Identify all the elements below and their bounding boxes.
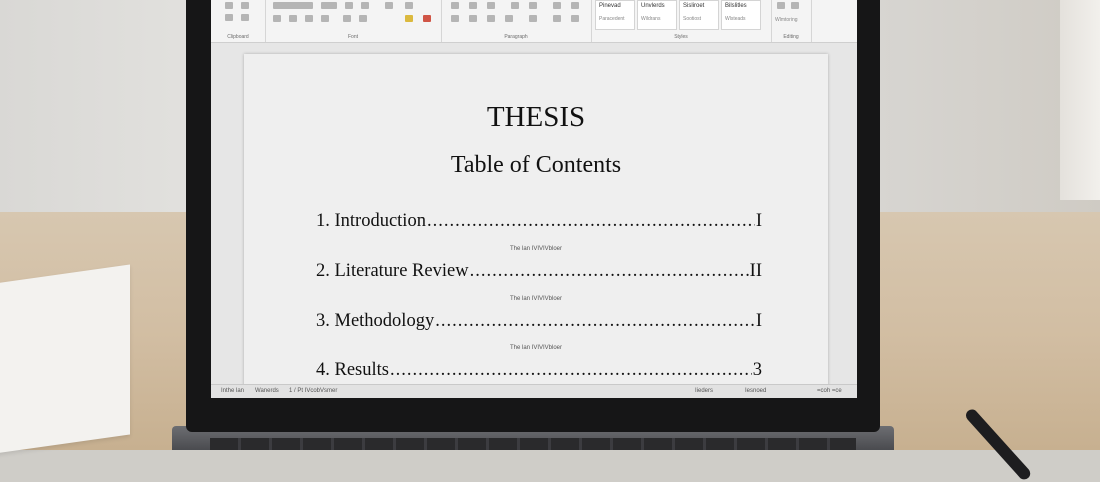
justify-icon[interactable]: [505, 15, 513, 22]
numbering-icon[interactable]: [469, 2, 477, 9]
toc-entry[interactable]: 4. Results 3: [316, 360, 762, 384]
clear-format-icon[interactable]: [405, 2, 413, 9]
increase-indent-icon[interactable]: [529, 2, 537, 9]
status-page-info[interactable]: Inthe lan: [221, 388, 244, 394]
document-page[interactable]: THESIS Table of Contents 1. Introduction…: [244, 54, 828, 398]
font-group-label: Font: [347, 34, 358, 40]
style-gallery-item[interactable]: Pinevad Paracedent: [595, 0, 635, 30]
toc-page-number: II: [749, 261, 762, 281]
style-gallery-item[interactable]: Bilslitles Wlsteads: [721, 0, 761, 30]
toc-entry[interactable]: 3. Methodology I: [316, 311, 762, 335]
document-subtitle: Table of Contents: [450, 152, 622, 178]
shading-icon[interactable]: [553, 15, 561, 22]
styles-group-label: Styles: [674, 34, 688, 40]
align-right-icon[interactable]: [487, 15, 495, 22]
toc-entry-text: 1. Introduction: [316, 211, 426, 231]
style-subtitle: Paracedent: [599, 16, 625, 22]
bold-icon[interactable]: [273, 15, 281, 22]
keyboard: [210, 438, 856, 450]
underline-icon[interactable]: [305, 15, 313, 22]
style-name: Bilslitles: [725, 3, 747, 9]
font-color-icon[interactable]: [423, 15, 431, 22]
toc-entry-text: 4. Results: [316, 360, 389, 380]
style-gallery-item[interactable]: Sisliroet Sootiost: [679, 0, 719, 30]
style-name: Unvlerds: [641, 3, 665, 9]
style-subtitle: Sootiost: [683, 16, 702, 22]
editing-label: Wlmtoring: [775, 17, 798, 23]
show-marks-icon[interactable]: [571, 2, 579, 9]
superscript-icon[interactable]: [359, 15, 367, 22]
window-light: [1060, 0, 1100, 200]
toc-note: The lan IVIVIVbloer: [509, 345, 563, 351]
status-word-count[interactable]: Wanerds: [255, 388, 279, 394]
toc-entry[interactable]: 1. Introduction I: [316, 211, 762, 235]
sort-icon[interactable]: [553, 2, 561, 9]
replace-icon[interactable]: [791, 2, 799, 9]
status-language[interactable]: 1 / Pt IVcobVsmer: [289, 388, 337, 394]
borders-icon[interactable]: [571, 15, 579, 22]
paste-icon[interactable]: [225, 2, 233, 9]
font-size-dropdown[interactable]: [321, 2, 337, 9]
italic-icon[interactable]: [289, 15, 297, 22]
strikethrough-icon[interactable]: [321, 15, 329, 22]
style-subtitle: Wlsteads: [725, 16, 746, 22]
paragraph-group: Paragraph: [441, 0, 592, 42]
toc-leader-dots: [427, 211, 755, 232]
format-painter-icon[interactable]: [225, 14, 233, 21]
paragraph-group-label: Paragraph: [504, 34, 528, 40]
style-gallery-item[interactable]: Unvlerds Wildrans: [637, 0, 677, 30]
toc-note: The lan IVIVIVbloer: [509, 296, 563, 302]
document-title: THESIS: [486, 101, 586, 133]
styles-group: Pinevad Paracedent Unvlerds Wildrans Sis…: [591, 0, 772, 42]
toc-entry[interactable]: 2. Literature Review II: [316, 261, 762, 285]
clipboard-group-label: Clipboard: [227, 34, 249, 40]
font-group: Font: [265, 0, 442, 42]
editing-group: Wlmtoring Editing: [771, 0, 812, 42]
word-processor-window: Clipboard Font Paragraph Pinevad Paraced…: [211, 0, 857, 398]
cut-icon[interactable]: [241, 14, 249, 21]
align-center-icon[interactable]: [469, 15, 477, 22]
shrink-font-icon[interactable]: [361, 2, 369, 9]
toc-leader-dots: [390, 360, 752, 381]
status-zoom[interactable]: =coh =ce: [817, 388, 842, 394]
grow-font-icon[interactable]: [345, 2, 353, 9]
toc-note: The lan IVIVIVbloer: [509, 246, 563, 252]
toc-leader-dots: [470, 261, 749, 282]
change-case-icon[interactable]: [385, 2, 393, 9]
toc-leader-dots: [435, 311, 755, 332]
toc-entry-text: 2. Literature Review: [316, 261, 469, 281]
status-focus[interactable]: Iesnoed: [745, 388, 766, 394]
find-icon[interactable]: [777, 2, 785, 9]
status-view-mode[interactable]: Iieders: [695, 388, 713, 394]
toc-entry-text: 3. Methodology: [316, 311, 435, 331]
paper-sheet: [0, 264, 130, 456]
line-spacing-icon[interactable]: [529, 15, 537, 22]
style-name: Sisliroet: [683, 3, 705, 9]
decrease-indent-icon[interactable]: [511, 2, 519, 9]
subscript-icon[interactable]: [343, 15, 351, 22]
editing-group-label: Editing: [783, 34, 799, 40]
highlight-icon[interactable]: [405, 15, 413, 22]
toc-page-number: I: [755, 211, 762, 231]
toc-page-number: 3: [752, 360, 762, 380]
font-name-dropdown[interactable]: [273, 2, 313, 9]
toc-page-number: I: [755, 311, 762, 331]
clipboard-group: Clipboard: [211, 0, 266, 42]
ribbon: Clipboard Font Paragraph Pinevad Paraced…: [211, 0, 857, 43]
copy-icon[interactable]: [241, 2, 249, 9]
multilevel-list-icon[interactable]: [487, 2, 495, 9]
align-left-icon[interactable]: [451, 15, 459, 22]
bullets-icon[interactable]: [451, 2, 459, 9]
status-bar: Inthe lan Wanerds 1 / Pt IVcobVsmer Iied…: [211, 384, 857, 398]
style-subtitle: Wildrans: [641, 16, 661, 22]
style-name: Pinevad: [599, 3, 621, 9]
